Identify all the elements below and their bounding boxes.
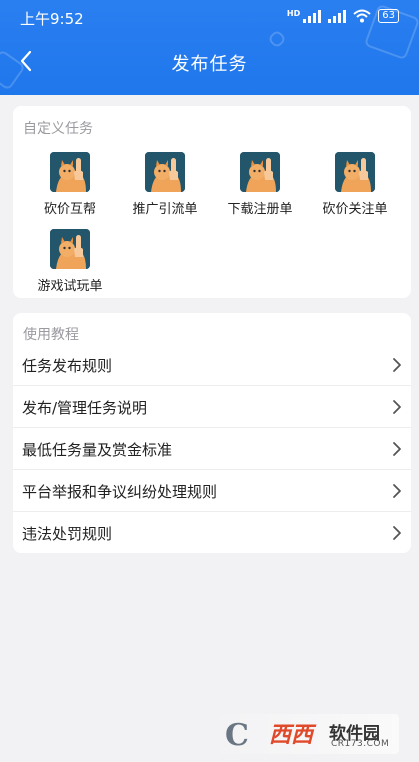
chevron-right-icon [393, 484, 401, 498]
task-label: 推广引流单 [132, 202, 198, 217]
cat-thumb-icon [240, 152, 280, 192]
task-item-bargain-help[interactable]: 砍价互帮 [27, 152, 113, 217]
chevron-right-icon [393, 358, 401, 372]
task-item-bargain-follow[interactable]: 砍价关注单 [312, 152, 398, 217]
hd-icon: HD [286, 9, 301, 18]
status-icons: HD 63 [287, 9, 399, 23]
task-label: 砍价关注单 [322, 202, 388, 217]
task-item-promotion[interactable]: 推广引流单 [122, 152, 208, 217]
cat-thumb-icon [145, 152, 185, 192]
cat-thumb-icon [50, 229, 90, 269]
signal-icon [303, 9, 322, 23]
page-title: 发布任务 [171, 54, 248, 75]
cat-thumb-icon [50, 152, 90, 192]
custom-tasks-card: 自定义任务 砍价互帮 推广引流单 下载注册单 砍价关注单 游戏试玩单 [13, 106, 411, 298]
guide-title: 使用教程 [23, 327, 79, 343]
task-label: 游戏试玩单 [37, 279, 103, 294]
status-time: 上午9:52 [20, 10, 84, 28]
guide-item-publish-rules[interactable]: 任务发布规则 [13, 344, 411, 386]
chevron-right-icon [393, 442, 401, 456]
guide-item-label: 平台举报和争议纠纷处理规则 [22, 483, 218, 501]
watermark-logo: C [225, 718, 249, 753]
battery-icon: 63 [378, 9, 399, 23]
guide-item-manage-tasks[interactable]: 发布/管理任务说明 [13, 386, 411, 428]
watermark-brand: 西西 [269, 723, 314, 748]
guide-item-dispute-rules[interactable]: 平台举报和争议纠纷处理规则 [13, 470, 411, 512]
guide-item-label: 发布/管理任务说明 [22, 399, 148, 417]
watermark-url: CR173.COM [331, 739, 390, 749]
guide-card: 使用教程 任务发布规则 发布/管理任务说明 最低任务量及赏金标准 平台举报和争议… [13, 313, 411, 553]
chevron-right-icon [393, 400, 401, 414]
chevron-right-icon [393, 526, 401, 540]
guide-item-penalty-rules[interactable]: 违法处罚规则 [13, 512, 411, 554]
cat-thumb-icon [335, 152, 375, 192]
wifi-icon [353, 9, 371, 23]
task-label: 下载注册单 [227, 202, 293, 217]
site-watermark: C 西西 软件园 CR173.COM [219, 714, 399, 754]
guide-item-label: 任务发布规则 [22, 357, 113, 375]
task-item-download-register[interactable]: 下载注册单 [217, 152, 303, 217]
custom-tasks-title: 自定义任务 [23, 121, 93, 137]
guide-item-label: 最低任务量及赏金标准 [22, 441, 173, 459]
guide-item-label: 违法处罚规则 [22, 525, 113, 543]
status-bar: 上午9:52 HD 63 [0, 0, 419, 34]
signal-icon [328, 9, 347, 23]
task-label: 砍价互帮 [43, 202, 96, 217]
app-header: 上午9:52 HD 63 发布任务 [0, 0, 419, 95]
guide-item-minimum-standards[interactable]: 最低任务量及赏金标准 [13, 428, 411, 470]
task-item-game-trial[interactable]: 游戏试玩单 [27, 229, 113, 294]
